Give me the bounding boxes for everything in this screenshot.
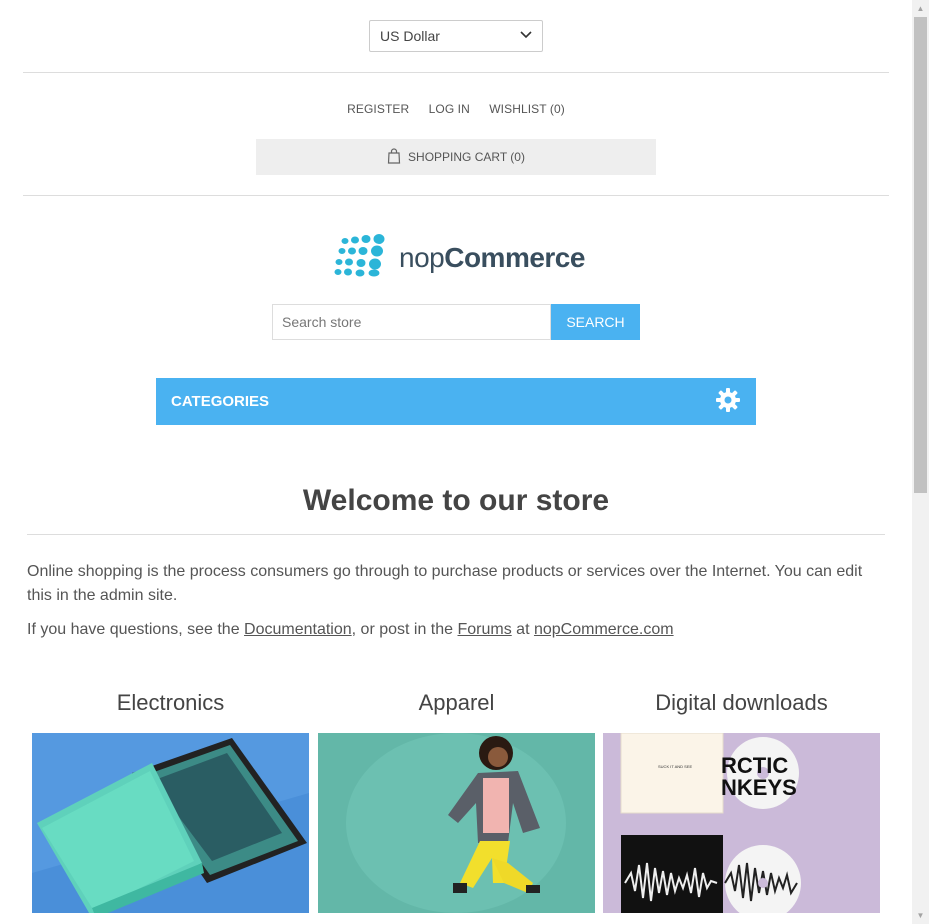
search-box: Search store SEARCH xyxy=(272,304,640,340)
wishlist-link[interactable]: WISHLIST (0) xyxy=(489,102,565,116)
nopcommerce-link[interactable]: nopCommerce.com xyxy=(534,621,674,638)
scroll-thumb[interactable] xyxy=(914,17,927,493)
shopping-cart-link[interactable]: SHOPPING CART (0) xyxy=(256,139,656,175)
title-divider xyxy=(27,534,885,535)
category-title[interactable]: Digital downloads xyxy=(603,690,880,720)
scroll-down-icon[interactable]: ▼ xyxy=(912,907,929,924)
category-image-apparel[interactable] xyxy=(318,733,595,913)
forums-link[interactable]: Forums xyxy=(458,621,512,638)
category-image-electronics[interactable] xyxy=(32,733,309,913)
page: US Dollar REGISTER LOG IN WISHLIST (0) S… xyxy=(0,0,912,924)
search-button[interactable]: SEARCH xyxy=(551,304,640,340)
p2-text-mid: , or post in the xyxy=(351,621,458,638)
category-item-apparel[interactable]: Apparel xyxy=(318,690,595,913)
search-input[interactable]: Search store xyxy=(272,304,551,340)
logo-text: nopCommerce xyxy=(399,242,585,274)
gear-icon xyxy=(715,387,741,417)
register-link[interactable]: REGISTER xyxy=(347,102,409,116)
shopping-bag-icon xyxy=(387,147,408,167)
categories-menu-toggle[interactable]: CATEGORIES xyxy=(156,378,756,425)
svg-text:NKEYS: NKEYS xyxy=(721,775,797,800)
store-logo[interactable]: nopCommerce xyxy=(333,233,585,282)
currency-selector[interactable]: US Dollar xyxy=(369,20,543,52)
logo-dots-icon xyxy=(333,233,391,282)
currency-value: US Dollar xyxy=(380,28,440,44)
logo-text-bold: Commerce xyxy=(444,241,585,273)
welcome-paragraph-2: If you have questions, see the Documenta… xyxy=(27,618,885,642)
category-title[interactable]: Electronics xyxy=(32,690,309,720)
logo-text-light: nop xyxy=(399,241,445,273)
documentation-link[interactable]: Documentation xyxy=(244,621,352,638)
category-item-digital-downloads[interactable]: Digital downloads SUCK IT AND SEE RCTIC … xyxy=(603,690,880,913)
currency-select[interactable]: US Dollar xyxy=(369,20,543,52)
header-divider-2 xyxy=(23,195,889,196)
scroll-up-icon[interactable]: ▲ xyxy=(912,0,929,17)
categories-label: CATEGORIES xyxy=(171,393,270,410)
header-links: REGISTER LOG IN WISHLIST (0) xyxy=(0,102,912,116)
p2-text-pre: If you have questions, see the xyxy=(27,621,245,638)
vertical-scrollbar[interactable]: ▲ ▼ xyxy=(912,0,929,924)
category-title[interactable]: Apparel xyxy=(318,690,595,720)
search-placeholder: Search store xyxy=(282,314,362,330)
category-image-digital-downloads[interactable]: SUCK IT AND SEE RCTIC NKEYS xyxy=(603,733,880,913)
header-divider xyxy=(23,72,889,73)
login-link[interactable]: LOG IN xyxy=(429,102,470,116)
chevron-down-icon xyxy=(520,30,532,42)
page-title: Welcome to our store xyxy=(302,484,610,517)
welcome-paragraph-1: Online shopping is the process consumers… xyxy=(27,563,863,604)
svg-text:SUCK IT AND SEE: SUCK IT AND SEE xyxy=(658,764,692,769)
cart-label: SHOPPING CART (0) xyxy=(408,150,525,164)
welcome-text: Online shopping is the process consumers… xyxy=(27,560,885,652)
p2-text-at: at xyxy=(511,621,534,638)
category-item-electronics[interactable]: Electronics xyxy=(32,690,309,913)
